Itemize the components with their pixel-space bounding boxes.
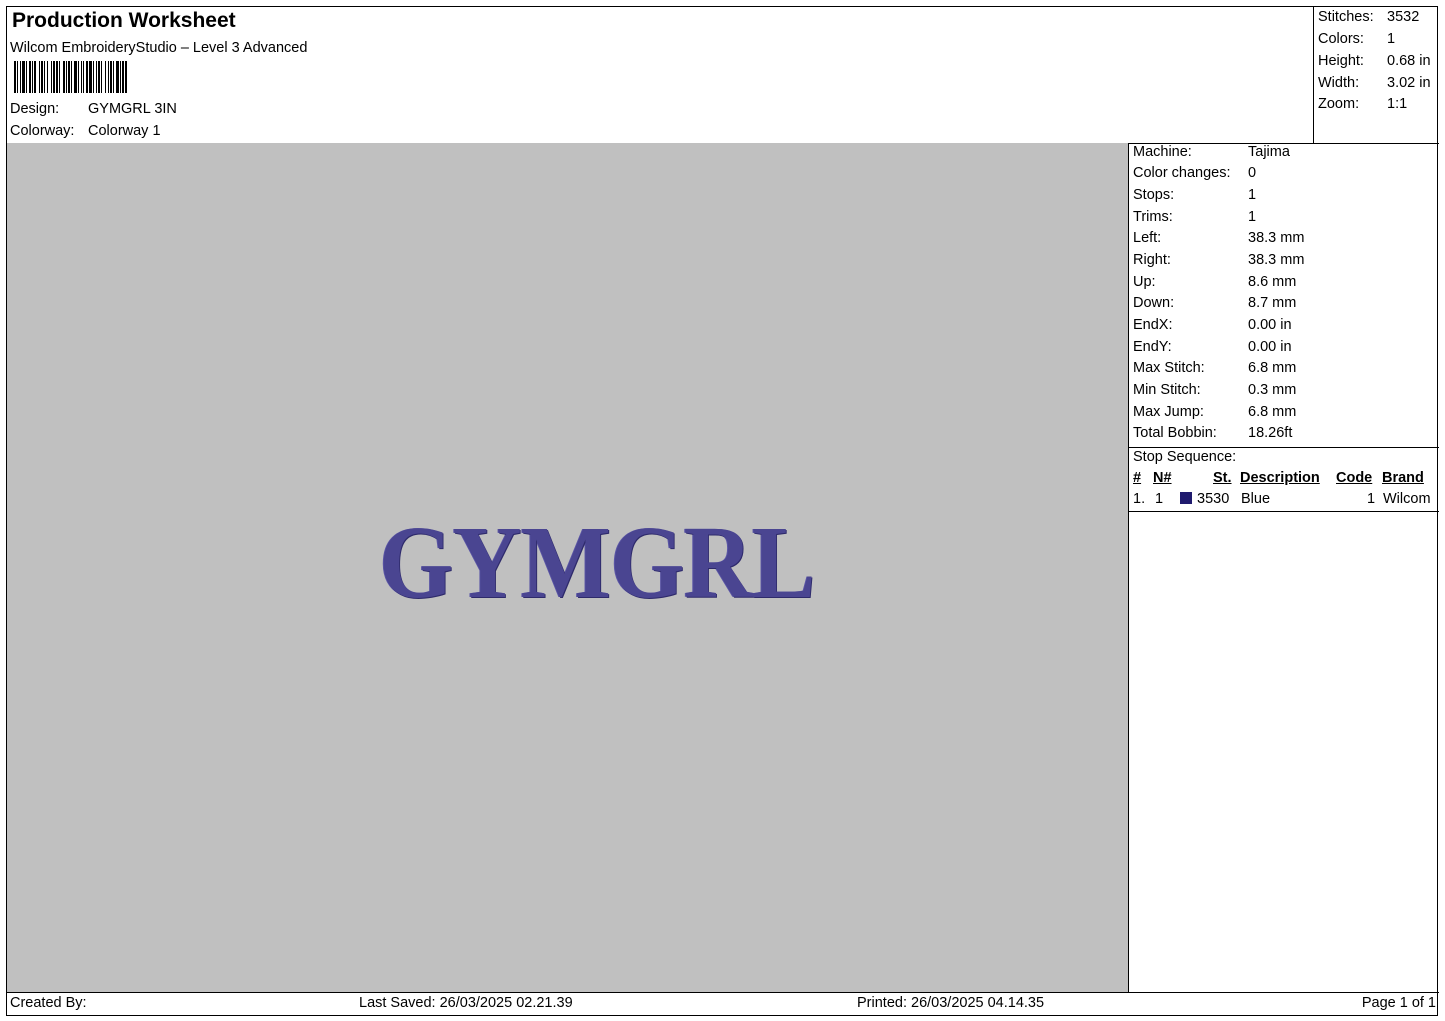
design-preview: GYMGRL — [7, 143, 1129, 992]
stopseq-divider-top — [1129, 447, 1439, 448]
row-description: Blue — [1241, 491, 1271, 507]
info-stops: Stops: 1 — [1133, 187, 1257, 203]
info-total-bobbin: Total Bobbin: 18.26ft — [1133, 425, 1293, 441]
col-header-num: # — [1133, 470, 1142, 486]
info-max-stitch: Max Stitch: 6.8 mm — [1133, 360, 1297, 376]
design-label: Design: — [10, 101, 60, 117]
printed-date: Printed: 26/03/2025 04.14.35 — [857, 995, 1045, 1011]
worksheet-footer: Created By: Last Saved: 26/03/2025 02.21… — [7, 993, 1439, 1017]
design-row: Design: GYMGRL 3IN — [10, 101, 177, 117]
col-header-brand: Brand — [1382, 470, 1424, 486]
design-value: GYMGRL 3IN — [88, 101, 177, 117]
row-brand: Wilcom — [1383, 491, 1431, 507]
info-up: Up: 8.6 mm — [1133, 274, 1297, 290]
embroidery-design: GYMGRL — [379, 505, 816, 620]
summary-stats: Stitches: 3532 Colors: 1 Height: 0.68 in Wi… — [1313, 7, 1439, 143]
stat-colors: Colors: 1 — [1318, 31, 1396, 47]
col-header-code: Code — [1336, 470, 1373, 486]
worksheet-title: Production Worksheet — [12, 9, 236, 32]
info-min-stitch: Min Stitch: 0.3 mm — [1133, 382, 1297, 398]
info-color-changes: Color changes: 0 — [1133, 165, 1257, 181]
stat-width: Width: 3.02 in — [1318, 75, 1431, 91]
info-max-jump: Max Jump: 6.8 mm — [1133, 404, 1297, 420]
info-machine: Machine: Tajima — [1133, 144, 1290, 160]
info-left: Left: 38.3 mm — [1133, 230, 1305, 246]
stopseq-divider-bottom — [1129, 511, 1439, 512]
colorway-value: Colorway 1 — [88, 123, 161, 139]
thread-color-swatch — [1180, 492, 1192, 504]
row-st: 3530 — [1197, 491, 1230, 507]
stat-height: Height: 0.68 in — [1318, 53, 1431, 69]
col-header-n: N# — [1153, 470, 1172, 486]
col-header-description: Description — [1240, 470, 1320, 486]
software-name: Wilcom EmbroideryStudio – Level 3 Advanc… — [10, 40, 308, 56]
info-trims: Trims: 1 — [1133, 209, 1257, 225]
row-n: 1 — [1155, 491, 1164, 507]
page-number: Page 1 of 1 — [1361, 995, 1436, 1011]
row-code: 1 — [1367, 491, 1376, 507]
info-right: Right: 38.3 mm — [1133, 252, 1305, 268]
stat-stitches: Stitches: 3532 — [1318, 9, 1420, 25]
barcode-icon — [14, 61, 127, 93]
row-num: 1. — [1133, 491, 1146, 507]
stat-zoom: Zoom: 1:1 — [1318, 96, 1408, 112]
created-by: Created By: — [10, 995, 87, 1011]
info-endx: EndX: 0.00 in — [1133, 317, 1292, 333]
colorway-label: Colorway: — [10, 123, 75, 139]
info-down: Down: 8.7 mm — [1133, 295, 1297, 311]
stop-sequence-title: Stop Sequence: — [1133, 449, 1237, 465]
colorway-row: Colorway: Colorway 1 — [10, 123, 161, 139]
worksheet-header: Production Worksheet Wilcom EmbroiderySt… — [7, 7, 1313, 143]
production-worksheet: Production Worksheet Wilcom EmbroiderySt… — [6, 6, 1439, 1017]
last-saved: Last Saved: 26/03/2025 02.21.39 — [359, 995, 573, 1011]
info-endy: EndY: 0.00 in — [1133, 339, 1292, 355]
col-header-st: St. — [1213, 470, 1232, 486]
